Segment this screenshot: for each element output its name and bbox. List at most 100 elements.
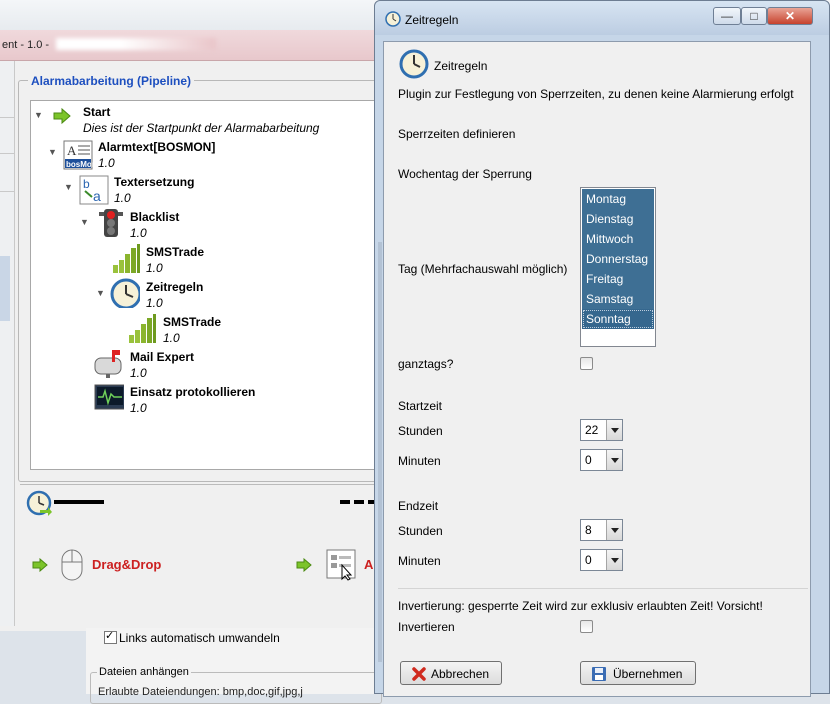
- plugin-title: Zeitregeln: [434, 59, 488, 73]
- mouse-icon: [61, 549, 83, 581]
- invert-note: Invertierung: gesperrte Zeit wird zur ex…: [398, 599, 763, 613]
- dialog-titlebar[interactable]: Zeitregeln — □ ✕: [375, 1, 829, 35]
- cancel-button[interactable]: Abbrechen: [400, 661, 502, 685]
- save-disk-icon: [592, 667, 606, 681]
- tree-node-mail-expert[interactable]: Mail Expert 1.0: [92, 348, 322, 382]
- tree-node-zeitregeln[interactable]: ▼ Zeitregeln 1.0: [96, 278, 336, 312]
- start-hours-select[interactable]: 22: [580, 419, 623, 441]
- apply-button[interactable]: Übernehmen: [580, 661, 696, 685]
- expand-arrow-icon[interactable]: ▼: [64, 182, 74, 192]
- svg-text:a: a: [93, 188, 101, 204]
- tree-node-textersetzung[interactable]: ▼ ba Textersetzung 1.0: [64, 175, 344, 209]
- section-define-label: Sperrzeiten definieren: [398, 127, 516, 141]
- links-auto-checkbox[interactable]: [104, 629, 117, 644]
- traffic-light-icon: [99, 209, 123, 237]
- start-minutes-select[interactable]: 0: [580, 449, 623, 471]
- signal-bars-icon: [129, 314, 156, 343]
- start-time-label: Startzeit: [398, 399, 443, 413]
- day-option-freitag[interactable]: Freitag: [582, 269, 654, 289]
- maximize-button[interactable]: □: [741, 7, 767, 25]
- text-replace-icon: ba: [79, 175, 109, 205]
- tree-node-name: Alarmtext[BOSMON]: [98, 140, 216, 154]
- chevron-down-icon[interactable]: [606, 520, 622, 540]
- mailbox-icon: [94, 350, 122, 378]
- allday-checkbox[interactable]: [580, 357, 593, 370]
- day-multiselect-label: Tag (Mehrfachauswahl möglich): [398, 262, 568, 276]
- day-option-samstag[interactable]: Samstag: [582, 289, 654, 309]
- tree-node-start[interactable]: ▼ Start Dies ist der Startpunkt der Alar…: [34, 105, 364, 139]
- pipeline-title: Alarmabarbeitung (Pipeline): [28, 74, 195, 88]
- day-listbox[interactable]: Montag Dienstag Mittwoch Donnerstag Frei…: [580, 187, 656, 347]
- tree-node-name: Blacklist: [130, 210, 180, 224]
- invert-label: Invertieren: [398, 620, 455, 634]
- plugin-description: Plugin zur Festlegung von Sperrzeiten, z…: [398, 87, 794, 101]
- end-hours-label: Stunden: [398, 524, 443, 538]
- attach-files-legend: Dateien anhängen: [97, 666, 191, 678]
- partial-label: A: [364, 557, 374, 572]
- clock-icon: [399, 49, 429, 79]
- clock-icon: [110, 278, 140, 308]
- expand-arrow-icon[interactable]: ▼: [34, 110, 44, 120]
- links-auto-label: Links automatisch umwandeln: [119, 631, 280, 645]
- day-option-sonntag[interactable]: Sonntag: [582, 309, 654, 329]
- tree-node-name: SMSTrade: [163, 315, 222, 329]
- tree-node-version: 1.0: [146, 296, 163, 310]
- divider: [398, 588, 808, 589]
- day-option-mittwoch[interactable]: Mittwoch: [582, 229, 654, 249]
- tree-node-smstrade-1[interactable]: SMSTrade 1.0: [108, 243, 328, 277]
- main-window-title: ent - 1.0 -: [2, 39, 50, 51]
- end-minutes-value: 0: [585, 553, 592, 567]
- tree-node-version: 1.0: [130, 366, 147, 380]
- cancel-button-label: Abbrechen: [431, 667, 490, 681]
- tree-node-version: 1.0: [130, 226, 147, 240]
- tree-node-version: 1.0: [146, 261, 163, 275]
- dragdrop-label: Drag&Drop: [92, 557, 162, 572]
- day-option-donnerstag[interactable]: Donnerstag: [582, 249, 654, 269]
- allday-label: ganztags?: [398, 357, 454, 371]
- red-x-icon: [412, 667, 426, 681]
- svg-text:b: b: [83, 177, 90, 191]
- zeitregeln-dialog: Zeitregeln — □ ✕: [374, 0, 830, 697]
- start-minutes-label: Minuten: [398, 454, 441, 468]
- end-time-label: Endzeit: [398, 499, 439, 513]
- tree-node-name: Mail Expert: [130, 350, 195, 364]
- close-button[interactable]: ✕: [767, 7, 813, 25]
- chevron-down-icon[interactable]: [606, 450, 622, 470]
- tree-node-alarmtext[interactable]: ▼ AbosMon Alarmtext[BOSMON] 1.0: [48, 140, 348, 174]
- divider: [20, 484, 380, 485]
- tree-node-smstrade-2[interactable]: SMSTrade 1.0: [124, 313, 324, 347]
- expand-arrow-icon[interactable]: ▼: [96, 288, 106, 298]
- tree-node-version: 1.0: [130, 401, 147, 415]
- minimize-button[interactable]: —: [713, 7, 741, 25]
- day-option-dienstag[interactable]: Dienstag: [582, 209, 654, 229]
- end-minutes-select[interactable]: 0: [580, 549, 623, 571]
- tree-node-version: 1.0: [114, 191, 131, 205]
- tree-node-name: SMSTrade: [146, 245, 205, 259]
- tree-node-name: Textersetzung: [114, 175, 195, 189]
- invert-checkbox[interactable]: [580, 620, 593, 633]
- main-window-titlebar: ent - 1.0 -: [0, 30, 380, 61]
- tree-node-desc: Dies ist der Startpunkt der Alarmabarbei…: [83, 121, 320, 135]
- chevron-down-icon[interactable]: [606, 420, 622, 440]
- dialog-border-accent: [378, 242, 382, 662]
- svg-text:A: A: [67, 143, 77, 158]
- end-hours-select[interactable]: 8: [580, 519, 623, 541]
- expand-arrow-icon[interactable]: ▼: [48, 147, 58, 157]
- end-minutes-label: Minuten: [398, 554, 441, 568]
- side-panel-selection: [0, 256, 10, 321]
- expand-arrow-icon[interactable]: ▼: [80, 217, 90, 227]
- start-minutes-value: 0: [585, 453, 592, 467]
- green-arrow-icon: [53, 107, 71, 125]
- tree-node-name: Start: [83, 105, 111, 119]
- day-option-montag[interactable]: Montag: [582, 189, 654, 209]
- monitor-log-icon: [94, 384, 124, 410]
- redacted-title-text: [56, 38, 216, 50]
- chevron-down-icon[interactable]: [606, 550, 622, 570]
- tree-node-version: 1.0: [163, 331, 180, 345]
- tree-node-name: Einsatz protokollieren: [130, 385, 256, 399]
- tree-node-blacklist[interactable]: ▼ Blacklist 1.0: [80, 208, 340, 242]
- start-hours-label: Stunden: [398, 424, 443, 438]
- bosmon-text-icon: AbosMon: [63, 140, 93, 170]
- tree-node-einsatz-protokollieren[interactable]: Einsatz protokollieren 1.0: [92, 383, 362, 417]
- side-panel-strip[interactable]: [0, 61, 15, 626]
